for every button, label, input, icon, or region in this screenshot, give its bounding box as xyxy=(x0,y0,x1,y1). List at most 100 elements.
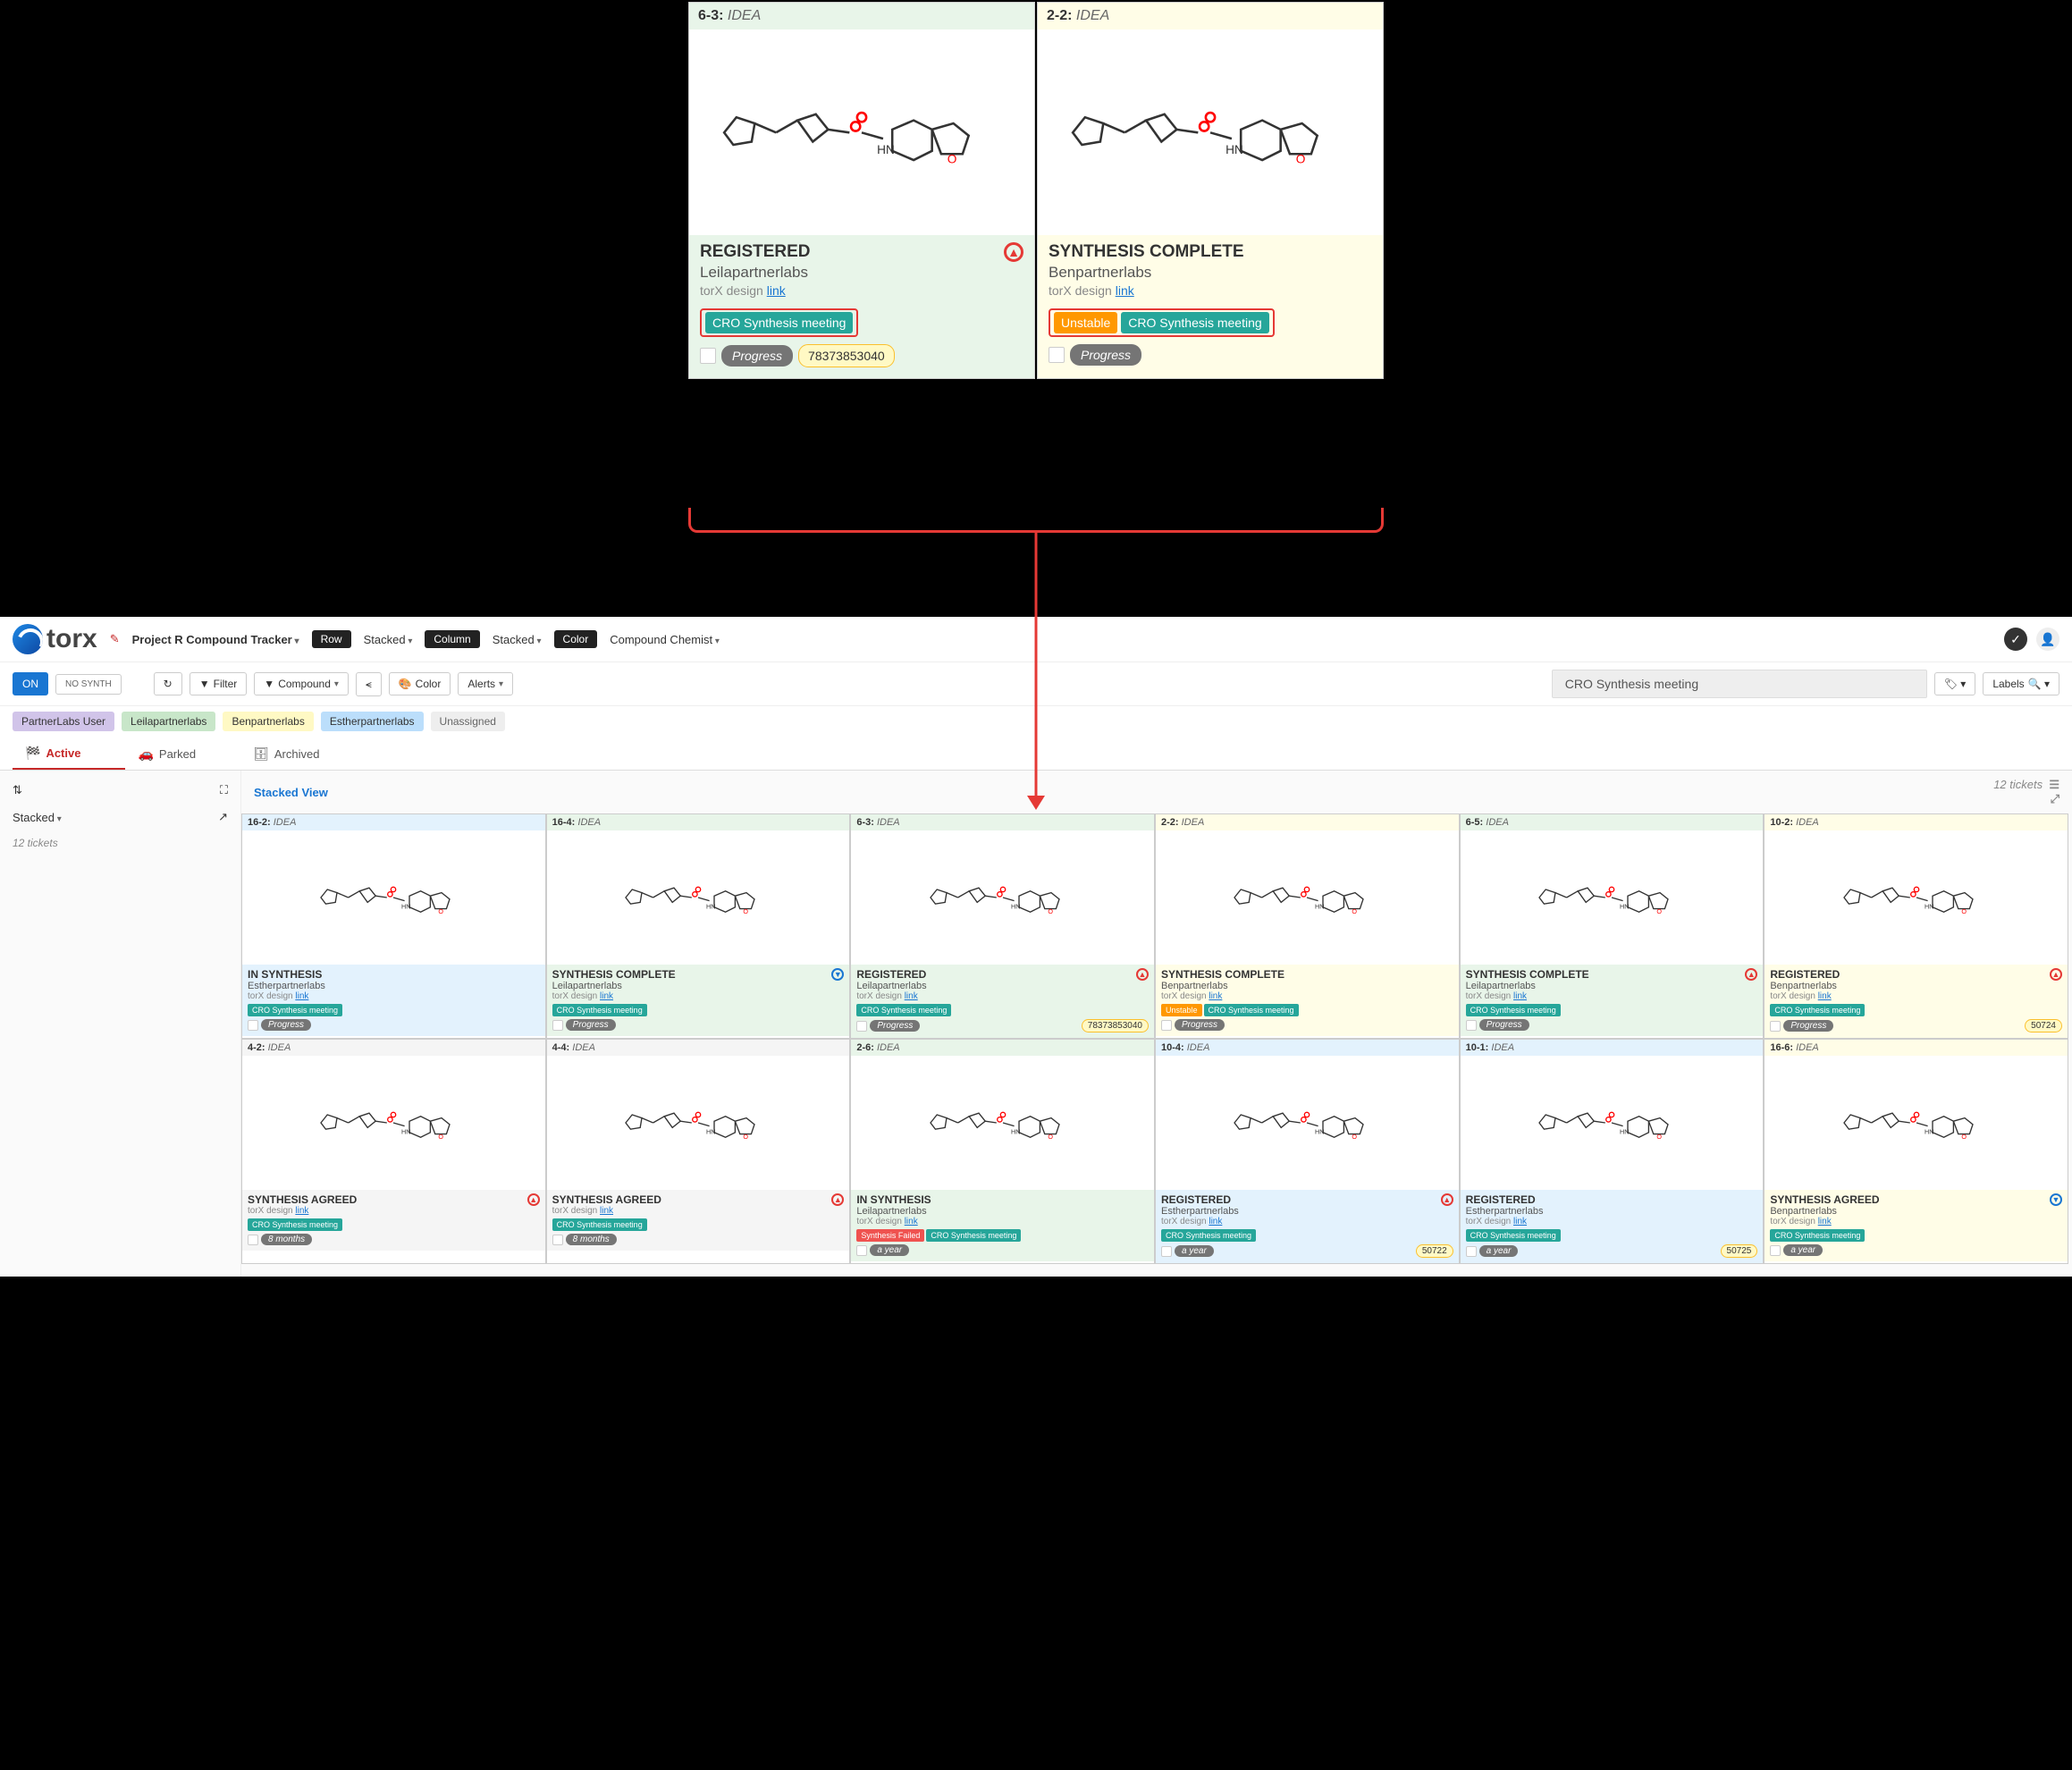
design-link[interactable]: link xyxy=(1209,991,1222,1001)
select-checkbox[interactable] xyxy=(1466,1246,1477,1257)
design-link[interactable]: link xyxy=(295,991,308,1001)
user-chip[interactable]: Estherpartnerlabs xyxy=(321,712,424,731)
ticket-card[interactable]: 2-2: IDEA HNO SYNTHESIS COMPLETE Benpart… xyxy=(1155,813,1460,1039)
ticket-card[interactable]: 16-6: IDEA HNO SYNTHESIS AGREED▼ Benpart… xyxy=(1764,1039,2068,1264)
svg-text:O: O xyxy=(1048,1133,1053,1141)
select-checkbox[interactable] xyxy=(1770,1021,1781,1032)
search-input[interactable]: CRO Synthesis meeting xyxy=(1552,670,1927,698)
filter-button[interactable]: ▼Filter xyxy=(190,672,248,695)
design-link[interactable]: link xyxy=(1818,991,1832,1001)
design-link[interactable]: link xyxy=(1209,1217,1222,1226)
design-link[interactable]: link xyxy=(1513,991,1527,1001)
user-chip[interactable]: Leilapartnerlabs xyxy=(122,712,215,731)
design-link[interactable]: link xyxy=(1513,1217,1527,1226)
tag: CRO Synthesis meeting xyxy=(926,1229,1021,1242)
select-checkbox[interactable] xyxy=(1466,1020,1477,1031)
ticket-card[interactable]: 10-4: IDEA HNO REGISTERED▲ Estherpartner… xyxy=(1155,1039,1460,1264)
ticket-card[interactable]: 6-3: IDEA HNO REGISTERED▲ Leilapartnerla… xyxy=(850,813,1155,1039)
user-chip[interactable]: Benpartnerlabs xyxy=(223,712,313,731)
check-icon[interactable]: ✓ xyxy=(2004,628,2027,651)
select-checkbox[interactable] xyxy=(1770,1245,1781,1256)
on-toggle[interactable]: ON xyxy=(13,672,48,695)
select-checkbox[interactable] xyxy=(1161,1020,1172,1031)
ticket-card[interactable]: 4-2: IDEA HNO SYNTHESIS AGREED▲ torX des… xyxy=(241,1039,546,1264)
ticket-card[interactable]: 16-4: IDEA HNO SYNTHESIS COMPLETE▼ Leila… xyxy=(546,813,851,1039)
alerts-dropdown[interactable]: Alerts xyxy=(458,672,513,695)
select-checkbox[interactable] xyxy=(552,1020,563,1031)
select-checkbox[interactable] xyxy=(552,1235,563,1245)
select-checkbox[interactable] xyxy=(856,1245,867,1256)
chemist-label: Leilapartnerlabs xyxy=(552,981,845,991)
ticket-card[interactable]: 6-5: IDEA HNO SYNTHESIS COMPLETE▲ Leilap… xyxy=(1460,813,1765,1039)
col-dropdown[interactable]: Stacked xyxy=(493,633,542,646)
tag: CRO Synthesis meeting xyxy=(1770,1229,1865,1242)
select-checkbox[interactable] xyxy=(1049,347,1065,363)
tag: Unstable xyxy=(1054,312,1117,333)
select-checkbox[interactable] xyxy=(1161,1246,1172,1257)
expand-icon-2[interactable]: ↗ xyxy=(218,810,228,824)
color-button[interactable]: 🎨 Color xyxy=(389,672,451,695)
app-logo[interactable]: torx xyxy=(13,624,97,654)
tag: CRO Synthesis meeting xyxy=(1466,1004,1561,1016)
card-header: 4-2: IDEA xyxy=(242,1040,545,1056)
ticket-card[interactable]: 10-2: IDEA HNO REGISTERED▲ Benpartnerlab… xyxy=(1764,813,2068,1039)
status-label: SYNTHESIS COMPLETE xyxy=(1161,968,1453,981)
design-link[interactable]: link xyxy=(905,991,918,1001)
tab-parked[interactable]: 🚗Parked xyxy=(125,737,240,770)
footer-badge: Progress xyxy=(1175,1019,1225,1031)
user-chip[interactable]: Unassigned xyxy=(431,712,505,731)
select-checkbox[interactable] xyxy=(248,1235,258,1245)
design-link[interactable]: link xyxy=(600,1206,613,1216)
expand-fullscreen-icon[interactable]: ⤢ xyxy=(2051,792,2059,806)
zoom-card[interactable]: 6-3: IDEA HNO REGISTERED▲ Leilapartnerla… xyxy=(688,2,1035,379)
project-dropdown[interactable]: Project R Compound Tracker xyxy=(132,633,299,646)
svg-text:O: O xyxy=(439,907,444,915)
tag: CRO Synthesis meeting xyxy=(1770,1004,1865,1016)
priority-up-icon: ▲ xyxy=(831,1193,844,1206)
user-chip[interactable]: PartnerLabs User xyxy=(13,712,114,731)
nosynth-toggle[interactable]: NO SYNTH xyxy=(55,674,122,695)
ticket-card[interactable]: 4-4: IDEA HNO SYNTHESIS AGREED▲ torX des… xyxy=(546,1039,851,1264)
design-link[interactable]: link xyxy=(905,1217,918,1226)
ticket-card[interactable]: 16-2: IDEA HNO IN SYNTHESIS Estherpartne… xyxy=(241,813,546,1039)
tab-archived[interactable]: 🗄Archived xyxy=(240,737,364,770)
priority-down-icon: ▼ xyxy=(831,968,844,981)
chemist-label: Benpartnerlabs xyxy=(1049,264,1372,282)
ticket-card[interactable]: 2-6: IDEA HNO IN SYNTHESIS Leilapartnerl… xyxy=(850,1039,1155,1264)
svg-text:O: O xyxy=(1048,907,1053,915)
card-header: 6-3: IDEA xyxy=(689,3,1034,30)
share-button[interactable]: ⪪ xyxy=(356,672,382,696)
select-checkbox[interactable] xyxy=(700,348,716,364)
ticket-card[interactable]: 10-1: IDEA HNO REGISTERED Estherpartnerl… xyxy=(1460,1039,1765,1264)
select-checkbox[interactable] xyxy=(856,1021,867,1032)
stacked-dropdown[interactable]: Stacked xyxy=(13,811,62,824)
refresh-button[interactable]: ↻ xyxy=(154,672,182,695)
id-badge: 50724 xyxy=(2025,1019,2062,1032)
zoom-card[interactable]: 2-2: IDEA HNO SYNTHESIS COMPLETE Benpart… xyxy=(1037,2,1384,379)
design-link[interactable]: link xyxy=(600,991,613,1001)
status-label: SYNTHESIS COMPLETE xyxy=(1049,242,1372,262)
design-link-row: torX design link xyxy=(552,1206,845,1216)
design-link[interactable]: link xyxy=(767,283,786,298)
status-label: REGISTERED xyxy=(1466,1193,1758,1206)
menu-icon[interactable]: ☰ xyxy=(2049,778,2059,791)
design-link[interactable]: link xyxy=(1116,283,1134,298)
structure-image: HNO xyxy=(1461,1056,1764,1190)
footer-badge: a year xyxy=(1783,1244,1823,1256)
sort-icon-row[interactable]: ⇅⛶ xyxy=(13,783,228,797)
tab-active[interactable]: 🏁Active xyxy=(13,737,125,770)
tag: CRO Synthesis meeting xyxy=(1466,1229,1561,1242)
user-icon[interactable]: 👤 xyxy=(2036,628,2059,651)
select-checkbox[interactable] xyxy=(248,1020,258,1031)
design-link[interactable]: link xyxy=(295,1206,308,1216)
card-header: 10-1: IDEA xyxy=(1461,1040,1764,1056)
expand-icon[interactable]: ⛶ xyxy=(220,783,228,797)
row-dropdown[interactable]: Stacked xyxy=(364,633,413,646)
compound-dropdown[interactable]: ▼Compound xyxy=(254,672,349,695)
color-dropdown[interactable]: Compound Chemist xyxy=(610,633,720,646)
tag-button[interactable]: 🏷 ▾ xyxy=(1934,672,1976,695)
status-label: SYNTHESIS AGREED▲ xyxy=(248,1193,540,1206)
priority-up-icon: ▲ xyxy=(1004,242,1023,262)
design-link[interactable]: link xyxy=(1818,1217,1832,1226)
labels-button[interactable]: Labels 🔍 ▾ xyxy=(1983,672,2059,695)
